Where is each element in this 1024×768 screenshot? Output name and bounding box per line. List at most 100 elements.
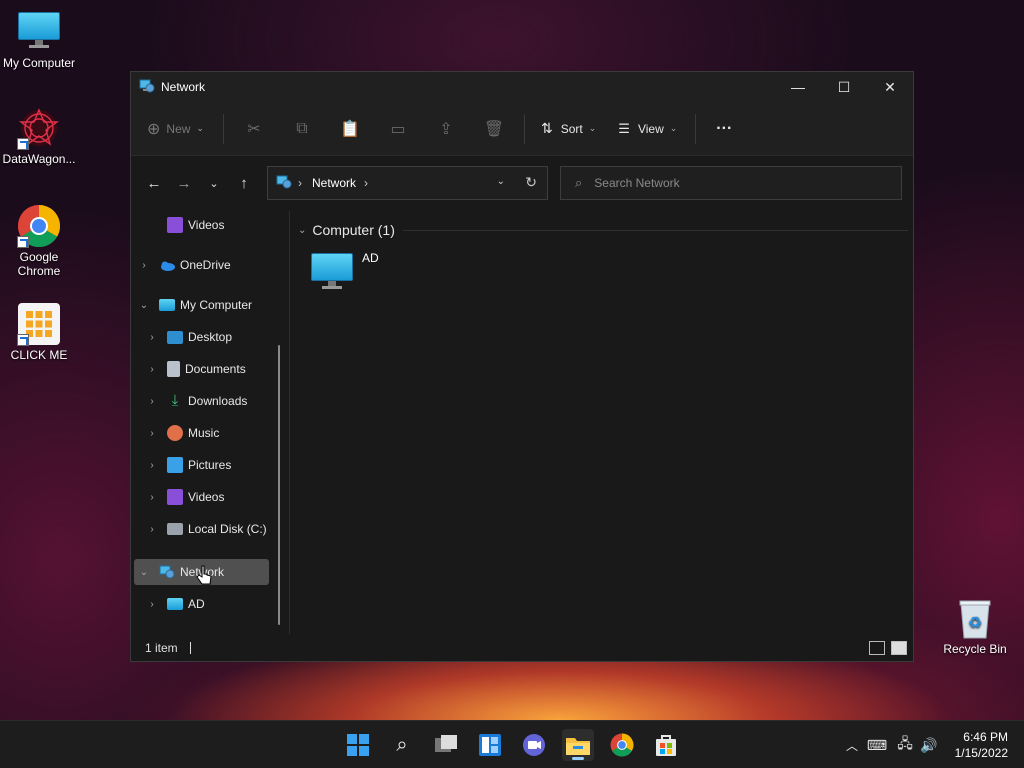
chevron-right-icon[interactable]: › — [145, 396, 159, 407]
share-icon[interactable]: ⇪ — [422, 113, 470, 145]
address-dropdown-icon[interactable]: ⌄ — [497, 176, 505, 187]
clock[interactable]: 6:46 PM 1/15/2022 — [955, 729, 1008, 761]
status-bar: 1 item — [131, 635, 913, 661]
sidebar-item-videos[interactable]: Videos — [145, 212, 224, 238]
sort-button[interactable]: ⇅ Sort ⌄ — [531, 113, 606, 145]
chrome-icon[interactable] — [606, 729, 638, 761]
chevron-right-icon[interactable]: › — [145, 524, 159, 535]
widgets-icon[interactable] — [474, 729, 506, 761]
sidebar-item-local-disk[interactable]: › Local Disk (C:) — [145, 516, 266, 542]
sidebar-item-videos-2[interactable]: › Videos — [145, 484, 224, 510]
network-icon — [159, 564, 175, 580]
chevron-right-icon[interactable]: › — [145, 332, 159, 343]
refresh-icon[interactable]: ↻ — [525, 174, 537, 191]
sidebar-item-label: Videos — [188, 218, 225, 232]
new-button[interactable]: ⊕ New ⌄ — [147, 113, 217, 145]
details-view-icon[interactable] — [869, 641, 885, 655]
forward-arrow-icon[interactable]: → — [169, 168, 199, 198]
sidebar-item-music[interactable]: › Music — [145, 420, 219, 446]
store-icon[interactable] — [650, 729, 682, 761]
sidebar-item-onedrive[interactable]: › OneDrive — [137, 252, 230, 278]
more-options-button[interactable]: ··· — [702, 113, 746, 145]
chevron-right-icon[interactable]: › — [145, 428, 159, 439]
desktop-icon-recycle-bin[interactable]: ♻ Recycle Bin — [936, 596, 1014, 656]
sidebar-item-label: Music — [188, 426, 220, 440]
paste-icon[interactable]: 📋 — [326, 113, 374, 145]
desktop-icon-click-me[interactable]: CLICK ME — [0, 302, 78, 362]
taskbar: ⌕ ︿ ⌨ 🖧 🔊 6:46 PM 1/15/2022 — [0, 720, 1024, 768]
tiles-view-icon[interactable] — [891, 641, 907, 655]
copy-icon[interactable]: ⧉ — [278, 113, 326, 145]
file-explorer-icon[interactable] — [562, 729, 594, 761]
sidebar-item-documents[interactable]: › Documents — [145, 356, 246, 382]
sidebar-item-label: Documents — [185, 362, 246, 376]
clock-date: 1/15/2022 — [954, 746, 1008, 760]
sidebar-scrollbar[interactable] — [278, 345, 280, 625]
title-bar[interactable]: Network — ☐ ✕ — [131, 72, 913, 102]
shortcut-arrow-icon — [17, 236, 29, 248]
desktop-icon-chrome[interactable]: Google Chrome — [0, 204, 78, 278]
start-icon[interactable] — [342, 729, 374, 761]
status-divider — [189, 642, 191, 654]
chevron-down-icon[interactable]: ⌄ — [137, 300, 151, 311]
disk-icon — [167, 523, 183, 535]
sort-icon: ⇅ — [541, 120, 553, 136]
group-header[interactable]: ⌄ Computer (1) — [298, 222, 908, 238]
toolbar-separator — [223, 113, 224, 144]
list-item[interactable]: AD — [310, 251, 379, 291]
maximize-button[interactable]: ☐ — [821, 72, 867, 102]
list-item-label: AD — [362, 251, 379, 265]
desktop-icon-datawagon[interactable]: DataWagon... — [0, 106, 78, 166]
recent-locations-chevron-icon[interactable]: ⌄ — [199, 168, 229, 198]
computer-icon — [167, 598, 183, 610]
address-bar[interactable]: › Network › ⌄ ↻ — [267, 166, 548, 200]
close-button[interactable]: ✕ — [867, 72, 913, 102]
chevron-right-icon[interactable]: › — [145, 460, 159, 471]
keyboard-icon[interactable]: ⌨ — [862, 737, 892, 754]
breadcrumb-network[interactable]: Network — [312, 176, 356, 190]
rename-icon[interactable]: ▭ — [374, 113, 422, 145]
chevron-right-icon[interactable]: › — [145, 599, 159, 610]
toolbar-separator — [524, 113, 525, 144]
back-arrow-icon[interactable]: ← — [139, 168, 169, 198]
search-icon[interactable]: ⌕ — [386, 729, 418, 761]
sidebar-item-downloads[interactable]: › ⤓ Downloads — [145, 388, 247, 414]
network-status-icon[interactable]: 🖧 — [892, 733, 918, 757]
chevron-up-icon[interactable]: ︿ — [842, 737, 862, 754]
shortcut-arrow-icon — [17, 138, 29, 150]
documents-icon — [167, 361, 180, 377]
chevron-down-icon: ⌄ — [298, 224, 307, 236]
sidebar-item-desktop[interactable]: › Desktop — [145, 324, 232, 350]
view-button[interactable]: ☰ View ⌄ — [606, 113, 689, 145]
sidebar-item-label: AD — [188, 597, 205, 611]
chevron-down-icon: ⌄ — [588, 123, 597, 133]
desktop-icon-my-computer[interactable]: My Computer — [0, 10, 78, 70]
sort-label: Sort — [560, 121, 583, 136]
svg-text:♻: ♻ — [968, 613, 982, 632]
desktop-icon-label: Google Chrome — [17, 250, 61, 278]
breadcrumb-separator[interactable]: › — [364, 176, 368, 190]
teams-chat-icon[interactable] — [518, 729, 550, 761]
search-icon: ⌕ — [575, 175, 583, 190]
chevron-right-icon[interactable]: › — [137, 260, 151, 271]
sidebar-item-my-computer[interactable]: ⌄ My Computer — [137, 292, 252, 318]
active-app-indicator — [572, 757, 584, 760]
delete-icon[interactable]: 🗑 — [470, 113, 518, 145]
command-bar: ⊕ New ⌄ ✂ ⧉ 📋 ▭ ⇪ 🗑 ⇅ Sort ⌄ ☰ View ⌄ ··… — [131, 102, 913, 156]
cut-icon[interactable]: ✂ — [230, 113, 278, 145]
sidebar-item-pictures[interactable]: › Pictures — [145, 452, 231, 478]
minimize-button[interactable]: — — [775, 72, 821, 102]
chevron-right-icon[interactable]: › — [145, 492, 159, 503]
volume-icon[interactable]: 🔊 — [918, 737, 940, 754]
downloads-icon: ⤓ — [171, 392, 179, 409]
group-header-label: Computer (1) — [312, 222, 395, 238]
network-icon — [139, 78, 155, 97]
task-view-icon[interactable] — [430, 729, 462, 761]
search-box[interactable]: ⌕ Search Network — [560, 166, 902, 200]
chevron-right-icon[interactable]: › — [145, 364, 159, 375]
pictures-icon — [167, 457, 183, 473]
app-grid-icon — [17, 302, 61, 346]
chevron-down-icon[interactable]: ⌄ — [137, 567, 151, 578]
sidebar-item-ad[interactable]: › AD — [145, 591, 205, 617]
up-arrow-icon[interactable]: ↑ — [229, 168, 259, 198]
